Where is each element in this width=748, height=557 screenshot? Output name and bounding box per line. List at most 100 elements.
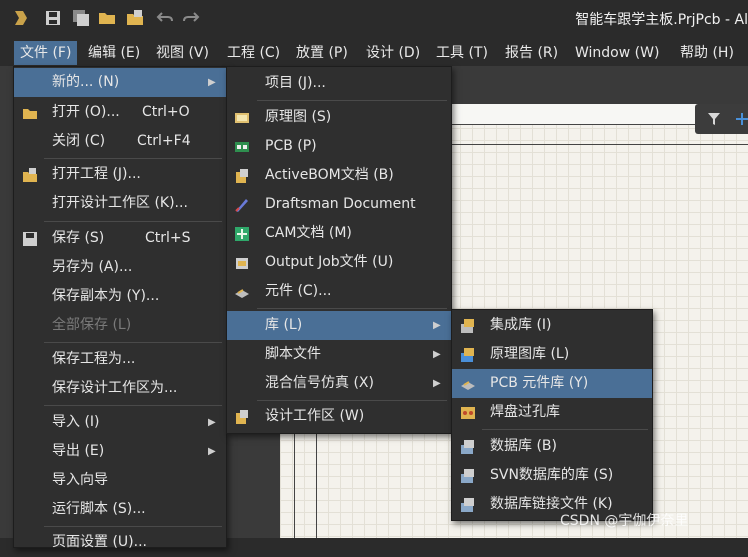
menu-item-label: 打开工程 (J)... — [52, 166, 141, 182]
watermark: CSDN @宇伽伊奈里 — [560, 513, 689, 529]
file-menu-save-project-as[interactable]: 保存工程为... — [14, 345, 226, 374]
lib-svn-database-library[interactable]: SVN数据库的库 (S) — [452, 461, 652, 490]
menu-item-label: ActiveBOM文档 (B) — [265, 167, 394, 183]
menu-reports[interactable]: 报告 (R) — [499, 41, 564, 65]
file-menu-page-setup[interactable]: 页面设置 (U)... — [14, 528, 226, 557]
new-cam[interactable]: CAM文档 (M) — [227, 219, 451, 248]
lib-pcb-library[interactable]: PCB 元件库 (Y) — [452, 369, 652, 398]
pad-via-library-icon — [461, 407, 475, 419]
menu-item-label: 数据库 (B) — [490, 438, 557, 454]
open-folder-icon — [23, 109, 37, 119]
menu-view[interactable]: 视图 (V) — [150, 41, 215, 65]
filter-icon[interactable] — [707, 112, 721, 126]
menu-item-label: 运行脚本 (S)... — [52, 501, 146, 517]
menu-item-shortcut: Ctrl+S — [145, 230, 191, 246]
menu-file[interactable]: 文件 (F) — [14, 41, 78, 65]
menu-item-label: 库 (L) — [265, 317, 303, 333]
schematic-icon — [235, 113, 249, 123]
altium-logo-icon — [15, 11, 27, 25]
new-component[interactable]: 元件 (C)... — [227, 277, 451, 306]
new-library[interactable]: 库 (L) ▶ — [227, 311, 451, 340]
new-pcb[interactable]: PCB (P) — [227, 132, 451, 161]
new-output-job[interactable]: Output Job文件 (U) — [227, 248, 451, 277]
file-menu-save-copy-as[interactable]: 保存副本为 (Y)... — [14, 282, 226, 311]
file-menu-import-wizard[interactable]: 导入向导 — [14, 466, 226, 495]
menu-item-label: CAM文档 (M) — [265, 225, 352, 241]
new-design-workspace[interactable]: 设计工作区 (W) — [227, 402, 451, 431]
file-menu-open-project[interactable]: 打开工程 (J)... — [14, 160, 226, 189]
menu-separator — [257, 100, 447, 101]
add-icon[interactable] — [735, 112, 748, 126]
menu-window[interactable]: Window (W) — [569, 41, 665, 65]
new-mixed-signal-sim[interactable]: 混合信号仿真 (X) ▶ — [227, 369, 451, 398]
submenu-arrow-icon: ▶ — [433, 349, 441, 360]
menu-separator — [257, 308, 447, 309]
menu-item-label: 设计工作区 (W) — [265, 408, 365, 424]
open-project-icon[interactable] — [126, 9, 144, 27]
menu-item-label: 项目 (J)... — [265, 75, 326, 91]
menu-item-label: 全部保存 (L) — [52, 317, 132, 333]
menu-item-label: 导入向导 — [52, 472, 108, 488]
file-menu-open[interactable]: 打开 (O)... Ctrl+O — [14, 98, 226, 127]
component-icon — [235, 289, 249, 298]
design-workspace-icon — [236, 410, 248, 424]
new-submenu: 项目 (J)... 原理图 (S) PCB (P) ActiveBOM文档 (B… — [226, 66, 452, 434]
menu-edit[interactable]: 编辑 (E) — [82, 41, 146, 65]
menu-item-label: 脚本文件 — [265, 346, 321, 362]
save-all-icon[interactable] — [72, 9, 90, 27]
new-project[interactable]: 项目 (J)... — [227, 69, 451, 98]
new-script-file[interactable]: 脚本文件 ▶ — [227, 340, 451, 369]
menu-design[interactable]: 设计 (D) — [360, 41, 426, 65]
submenu-arrow-icon: ▶ — [208, 446, 216, 457]
library-submenu: 集成库 (I) 原理图库 (L) PCB 元件库 (Y) 焊盘过孔库 数据库 (… — [451, 309, 653, 521]
menu-item-label: 导入 (I) — [52, 414, 100, 430]
lib-schematic-library[interactable]: 原理图库 (L) — [452, 340, 652, 369]
menu-tools[interactable]: 工具 (T) — [430, 41, 494, 65]
menu-item-label: 原理图 (S) — [265, 109, 332, 125]
activebom-icon — [236, 169, 248, 183]
file-menu-close[interactable]: 关闭 (C) Ctrl+F4 — [14, 127, 226, 156]
window-title: 智能车跟学主板.PrjPcb - Al — [575, 12, 748, 28]
file-menu-new[interactable]: 新的... (N) ▶ — [14, 68, 226, 97]
redo-icon[interactable] — [182, 9, 200, 27]
file-menu-export[interactable]: 导出 (E) ▶ — [14, 437, 226, 466]
submenu-arrow-icon: ▶ — [208, 417, 216, 428]
menu-project[interactable]: 工程 (C) — [221, 41, 286, 65]
menu-bar: 文件 (F) 编辑 (E) 视图 (V) 工程 (C) 放置 (P) 设计 (D… — [0, 38, 748, 66]
submenu-arrow-icon: ▶ — [433, 320, 441, 331]
menu-item-label: 新的... (N) — [52, 74, 120, 90]
menu-item-label: PCB 元件库 (Y) — [490, 375, 589, 391]
menu-separator — [44, 526, 222, 527]
open-folder-icon[interactable] — [98, 9, 116, 27]
menu-separator — [482, 429, 648, 430]
menu-item-label: 另存为 (A)... — [52, 259, 133, 275]
lib-integrated-library[interactable]: 集成库 (I) — [452, 311, 652, 340]
pcb-library-icon — [461, 381, 475, 390]
pcb-icon — [235, 142, 249, 152]
undo-icon[interactable] — [156, 9, 174, 27]
menu-help[interactable]: 帮助 (H) — [674, 41, 740, 65]
menu-place[interactable]: 放置 (P) — [290, 41, 354, 65]
lib-database-library[interactable]: 数据库 (B) — [452, 432, 652, 461]
file-menu-save-as[interactable]: 另存为 (A)... — [14, 253, 226, 282]
new-draftsman[interactable]: Draftsman Document — [227, 190, 451, 219]
file-menu-open-workspace[interactable]: 打开设计工作区 (K)... — [14, 189, 226, 218]
file-menu-save[interactable]: 保存 (S) Ctrl+S — [14, 224, 226, 253]
menu-item-label: 保存副本为 (Y)... — [52, 288, 160, 304]
schematic-library-icon — [461, 348, 474, 362]
save-icon[interactable] — [44, 9, 62, 27]
integrated-library-icon — [461, 319, 474, 333]
menu-item-shortcut: Ctrl+O — [142, 104, 190, 120]
file-menu-save-workspace-as[interactable]: 保存设计工作区为... — [14, 374, 226, 403]
database-library-icon — [461, 440, 474, 454]
menu-item-label: 关闭 (C) — [52, 133, 106, 149]
lib-pad-via-library[interactable]: 焊盘过孔库 — [452, 398, 652, 427]
new-activebom[interactable]: ActiveBOM文档 (B) — [227, 161, 451, 190]
menu-item-shortcut: Ctrl+F4 — [137, 133, 191, 149]
new-schematic[interactable]: 原理图 (S) — [227, 103, 451, 132]
menu-separator — [44, 158, 222, 159]
draftsman-icon — [235, 199, 248, 212]
file-menu-run-script[interactable]: 运行脚本 (S)... — [14, 495, 226, 524]
menu-separator — [44, 405, 222, 406]
file-menu-import[interactable]: 导入 (I) ▶ — [14, 408, 226, 437]
